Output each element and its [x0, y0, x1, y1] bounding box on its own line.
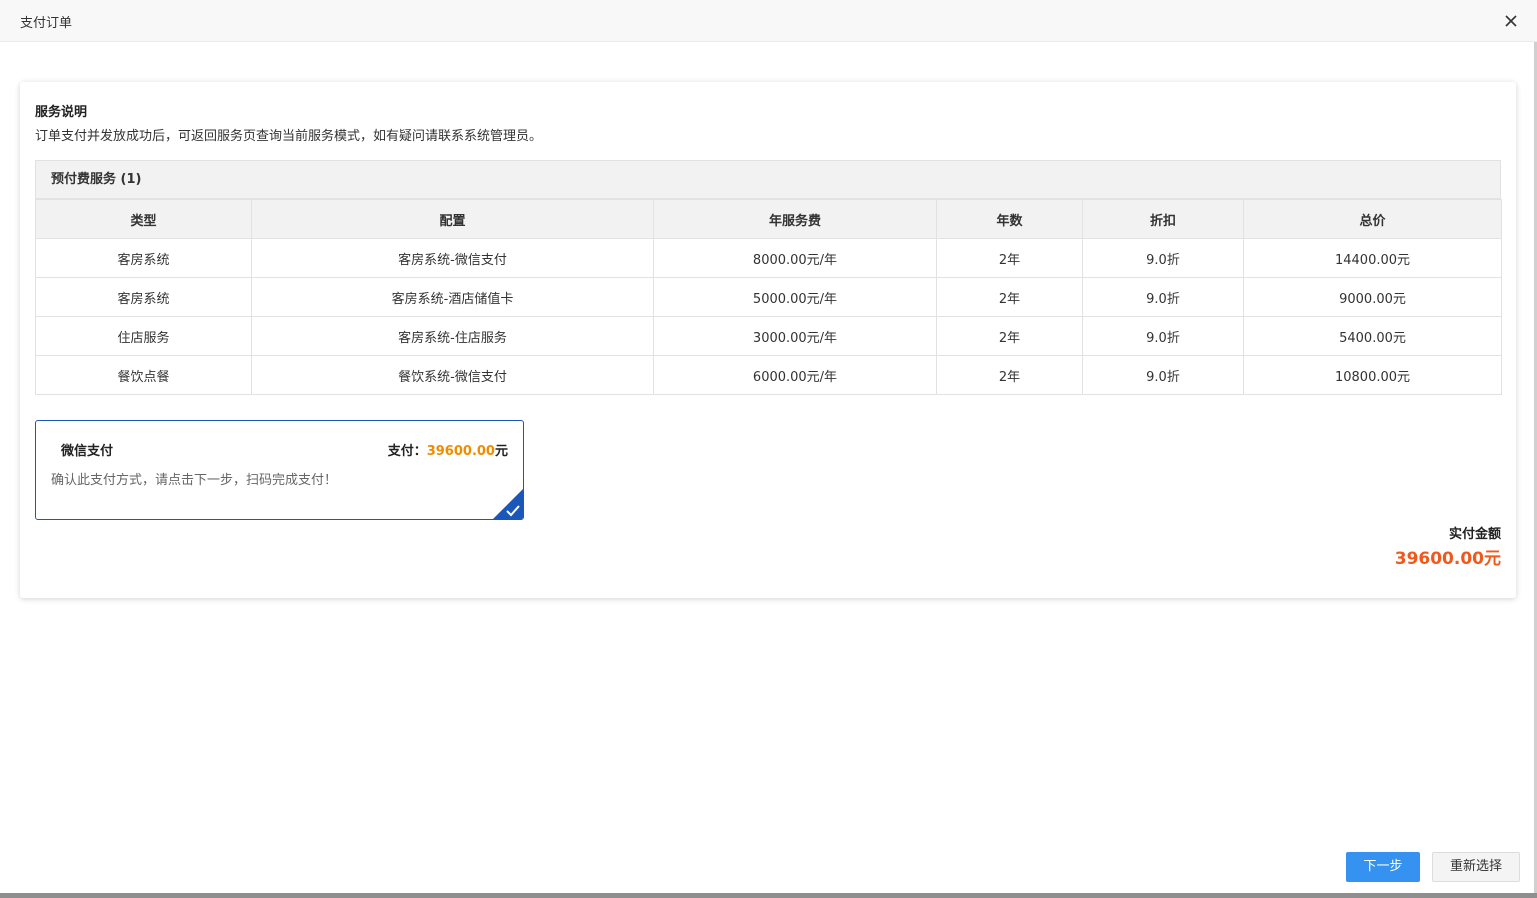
table-cell: 8000.00元/年 — [653, 238, 937, 278]
table-cell: 9.0折 — [1082, 316, 1244, 356]
service-title: 服务说明 — [35, 105, 88, 120]
table-body: 客房系统 客房系统-微信支付 8000.00元/年 2年 9.0折 14400.00元 客房… — [35, 238, 1502, 395]
order-items-table: 类型 配置 年服务费 年数 折扣 总价 客房系统 客房系统-微信支付 8000.00元/年 2年… — [35, 199, 1502, 395]
table-cell: 10800.00元 — [1243, 355, 1502, 395]
table-cell: 2年 — [936, 277, 1083, 317]
table-row: 住店服务 客房系统-住店服务 3000.00元/年 2年 9.0折 5400.00元 — [35, 316, 1502, 356]
close-button[interactable] — [1500, 10, 1522, 32]
table-cell: 餐饮点餐 — [35, 355, 252, 395]
table-row: 客房系统 客房系统-酒店储值卡 5000.00元/年 2年 9.0折 9000.00元 — [35, 277, 1502, 317]
next-button[interactable]: 下一步 — [1346, 852, 1420, 882]
table-cell: 客房系统-微信支付 — [251, 238, 654, 278]
column-header: 总价 — [1243, 199, 1502, 239]
column-header: 年服务费 — [653, 199, 937, 239]
total-value: 39600.00元 — [1394, 549, 1501, 569]
payment-amount-line: 支付：39600.00元 — [388, 440, 508, 459]
payment-tip: 确认此支付方式，请点击下一步，扫码完成支付！ — [51, 473, 338, 488]
close-icon — [1505, 15, 1517, 27]
table-cell: 14400.00元 — [1243, 238, 1502, 278]
column-header: 年数 — [936, 199, 1083, 239]
order-card: 服务说明 订单支付并发放成功后，可返回服务页查询当前服务模式，如有疑问请联系系统… — [20, 82, 1516, 598]
table-cell: 2年 — [936, 238, 1083, 278]
table-cell: 客房系统 — [35, 277, 252, 317]
table-cell: 9.0折 — [1082, 277, 1244, 317]
total-label: 实付金额 — [1448, 527, 1501, 542]
table-cell: 9.0折 — [1082, 355, 1244, 395]
bottom-edge — [0, 893, 1537, 898]
table-cell: 客房系统-酒店储值卡 — [251, 277, 654, 317]
service-description: 订单支付并发放成功后，可返回服务页查询当前服务模式，如有疑问请联系系统管理员。 — [35, 129, 543, 144]
payment-amount-label: 支付： — [387, 444, 427, 459]
table-cell: 9000.00元 — [1243, 277, 1502, 317]
table-cell: 餐饮系统-微信支付 — [251, 355, 654, 395]
table-cell: 住店服务 — [35, 316, 252, 356]
table-cell: 2年 — [936, 355, 1083, 395]
table-cell: 6000.00元/年 — [653, 355, 937, 395]
table-cell: 5400.00元 — [1243, 316, 1502, 356]
payment-amount-unit: 元 — [494, 444, 508, 459]
payment-dialog: 支付订单 服务说明 订单支付并发放成功后，可返回服务页查询当前服务模式，如有疑问… — [0, 0, 1537, 898]
payment-method-wechat[interactable]: 微信支付 支付：39600.00元 确认此支付方式，请点击下一步，扫码完成支付！ — [35, 420, 524, 520]
table-row: 餐饮点餐 餐饮系统-微信支付 6000.00元/年 2年 9.0折 10800.00元 — [35, 355, 1502, 395]
table-cell: 9.0折 — [1082, 238, 1244, 278]
table-cell: 5000.00元/年 — [653, 277, 937, 317]
table-cell: 3000.00元/年 — [653, 316, 937, 356]
table-cell: 2年 — [936, 316, 1083, 356]
table-cell: 客房系统 — [35, 238, 252, 278]
dialog-title: 支付订单 — [20, 16, 73, 31]
column-header: 折扣 — [1082, 199, 1244, 239]
table-header-row: 类型 配置 年服务费 年数 折扣 总价 — [35, 199, 1502, 239]
payment-amount-value: 39600.00 — [426, 444, 495, 459]
checkmark-icon — [493, 489, 523, 519]
table-row: 客房系统 客房系统-微信支付 8000.00元/年 2年 9.0折 14400.00元 — [35, 238, 1502, 278]
table-group-title: 预付费服务 (1) — [35, 160, 1501, 199]
table-cell: 客房系统-住店服务 — [251, 316, 654, 356]
reselect-button[interactable]: 重新选择 — [1432, 852, 1520, 882]
dialog-titlebar: 支付订单 — [0, 0, 1537, 42]
column-header: 类型 — [35, 199, 252, 239]
column-header: 配置 — [251, 199, 654, 239]
order-table: 预付费服务 (1) 类型 配置 年服务费 年数 折扣 总价 客房系统 客房系统-微信支付 80… — [35, 160, 1502, 395]
payment-method-name: 微信支付 — [61, 444, 114, 459]
